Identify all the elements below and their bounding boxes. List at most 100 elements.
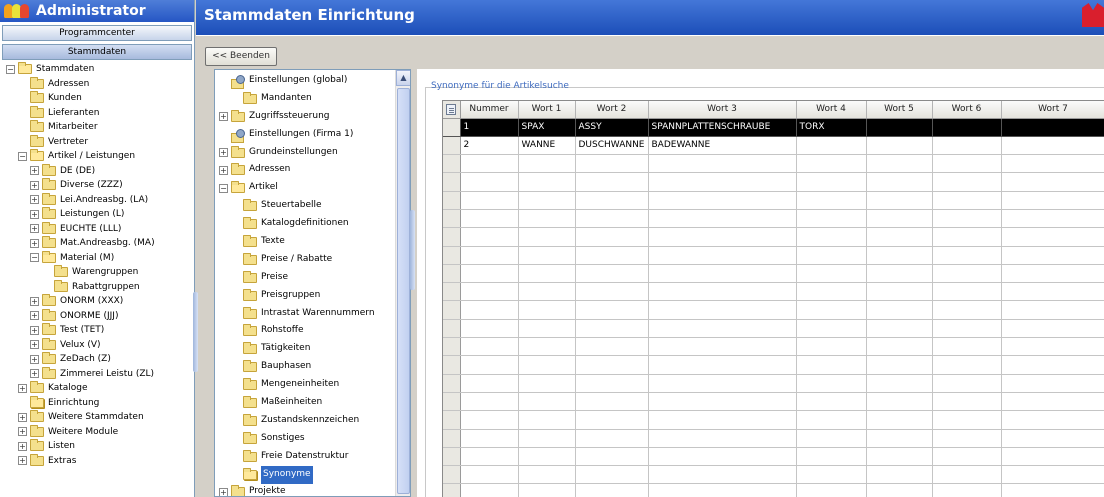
table-cell[interactable]: BADEWANNE [648, 136, 797, 156]
table-cell[interactable] [518, 483, 576, 497]
table-cell[interactable] [575, 246, 649, 265]
table-cell[interactable] [796, 136, 867, 156]
tree-item-leistungen-l[interactable]: + Leistungen (L) [0, 207, 194, 222]
column-header-wort-3[interactable]: Wort 3 [648, 101, 797, 119]
table-cell[interactable] [518, 300, 576, 320]
table-cell[interactable] [648, 429, 797, 448]
table-cell[interactable] [866, 410, 933, 430]
table-cell[interactable]: WANNE [518, 136, 576, 156]
tree-item-zimmerei-leistu-zl[interactable]: + Zimmerei Leistu (ZL) [0, 366, 194, 382]
table-cell[interactable] [1001, 227, 1104, 247]
expand-icon[interactable]: + [30, 166, 39, 176]
tree-item-test-tet[interactable]: + Test (TET) [0, 323, 194, 338]
table-cell[interactable] [1001, 392, 1104, 412]
tree-item-katalogdefinitionen[interactable]: Katalogdefinitionen [215, 215, 395, 233]
row-header[interactable] [443, 410, 461, 430]
tree-item-mengeneinheiten[interactable]: Mengeneinheiten [215, 376, 395, 394]
tree-item-preise[interactable]: Preise [215, 269, 395, 287]
table-cell[interactable] [648, 191, 797, 210]
collapse-icon[interactable]: − [30, 253, 39, 263]
tree-item-preise-rabatte[interactable]: Preise / Rabatte [215, 251, 395, 269]
table-cell[interactable] [1001, 191, 1104, 210]
table-cell[interactable] [866, 227, 933, 247]
column-header-wort-4[interactable]: Wort 4 [796, 101, 867, 119]
table-row[interactable] [443, 355, 1104, 375]
row-header[interactable] [443, 209, 461, 229]
row-header[interactable] [443, 246, 461, 265]
row-header[interactable] [443, 172, 461, 192]
table-cell[interactable] [460, 319, 519, 339]
table-cell[interactable] [932, 337, 1002, 357]
table-cell[interactable] [932, 483, 1002, 497]
tree-item-velux-v[interactable]: + Velux (V) [0, 337, 194, 353]
table-cell[interactable] [932, 136, 1002, 156]
table-cell[interactable] [796, 227, 867, 247]
table-cell[interactable] [575, 154, 649, 174]
table-cell[interactable] [796, 483, 867, 497]
row-header[interactable] [443, 447, 461, 467]
programmcenter-button[interactable]: Programmcenter [2, 25, 192, 41]
table-cell[interactable] [796, 264, 867, 284]
table-cell[interactable] [932, 465, 1002, 485]
table-cell[interactable] [460, 191, 519, 210]
tree-item-diverse-zzz[interactable]: + Diverse (ZZZ) [0, 178, 194, 193]
table-cell[interactable] [866, 136, 933, 156]
table-cell[interactable] [460, 355, 519, 375]
table-cell[interactable] [932, 374, 1002, 393]
table-cell[interactable] [648, 465, 797, 485]
table-cell[interactable] [932, 355, 1002, 375]
table-cell[interactable] [575, 172, 649, 192]
table-cell[interactable] [648, 447, 797, 467]
tree-item-weitere-module[interactable]: + Weitere Module [0, 424, 194, 440]
expand-icon[interactable]: + [18, 383, 27, 393]
tree-item-extras[interactable]: + Extras [0, 453, 194, 469]
expand-icon[interactable]: + [30, 180, 39, 190]
table-cell[interactable] [575, 483, 649, 497]
table-cell[interactable] [648, 374, 797, 393]
table-cell[interactable] [518, 191, 576, 210]
collapse-icon[interactable]: − [6, 64, 15, 74]
table-cell[interactable] [575, 374, 649, 393]
tree-item-mitarbeiter[interactable]: Mitarbeiter [0, 120, 194, 135]
table-cell[interactable] [866, 191, 933, 210]
column-header-wort-5[interactable]: Wort 5 [866, 101, 933, 119]
table-cell[interactable] [518, 319, 576, 339]
expand-icon[interactable]: + [30, 311, 39, 321]
table-cell[interactable] [518, 355, 576, 375]
expand-icon[interactable]: + [18, 427, 27, 437]
table-cell[interactable] [518, 447, 576, 467]
expand-icon[interactable]: + [30, 238, 39, 248]
table-cell[interactable] [575, 447, 649, 467]
table-cell[interactable] [866, 465, 933, 485]
collapse-icon[interactable]: − [219, 183, 228, 193]
table-row[interactable] [443, 465, 1104, 485]
table-cell[interactable] [575, 410, 649, 430]
table-row[interactable] [443, 209, 1104, 229]
table-cell[interactable] [866, 483, 933, 497]
grid-corner[interactable] [443, 101, 461, 119]
table-row[interactable] [443, 319, 1104, 339]
table-cell[interactable] [648, 337, 797, 357]
table-row[interactable] [443, 447, 1104, 467]
table-row[interactable] [443, 374, 1104, 393]
table-cell[interactable] [932, 209, 1002, 229]
collapse-icon[interactable]: − [18, 151, 27, 161]
column-header-wort-7[interactable]: Wort 7 [1001, 101, 1104, 119]
table-cell[interactable]: DUSCHWANNE [575, 136, 649, 156]
table-cell[interactable] [518, 465, 576, 485]
expand-icon[interactable]: + [219, 487, 228, 496]
table-cell[interactable] [796, 300, 867, 320]
table-row[interactable] [443, 337, 1104, 357]
table-cell[interactable] [866, 429, 933, 448]
table-cell[interactable]: TORX [796, 118, 867, 137]
table-cell[interactable] [575, 319, 649, 339]
row-header[interactable] [443, 118, 461, 137]
table-cell[interactable] [518, 374, 576, 393]
table-cell[interactable] [796, 246, 867, 265]
table-cell[interactable] [575, 191, 649, 210]
table-cell[interactable] [460, 392, 519, 412]
table-row[interactable]: 2 WANNE DUSCHWANNE BADEWANNE [443, 136, 1104, 156]
tree-item-lei-andreasbg-la[interactable]: + Lei.Andreasbg. (LA) [0, 192, 194, 208]
table-cell[interactable] [648, 319, 797, 339]
table-cell[interactable] [460, 282, 519, 302]
